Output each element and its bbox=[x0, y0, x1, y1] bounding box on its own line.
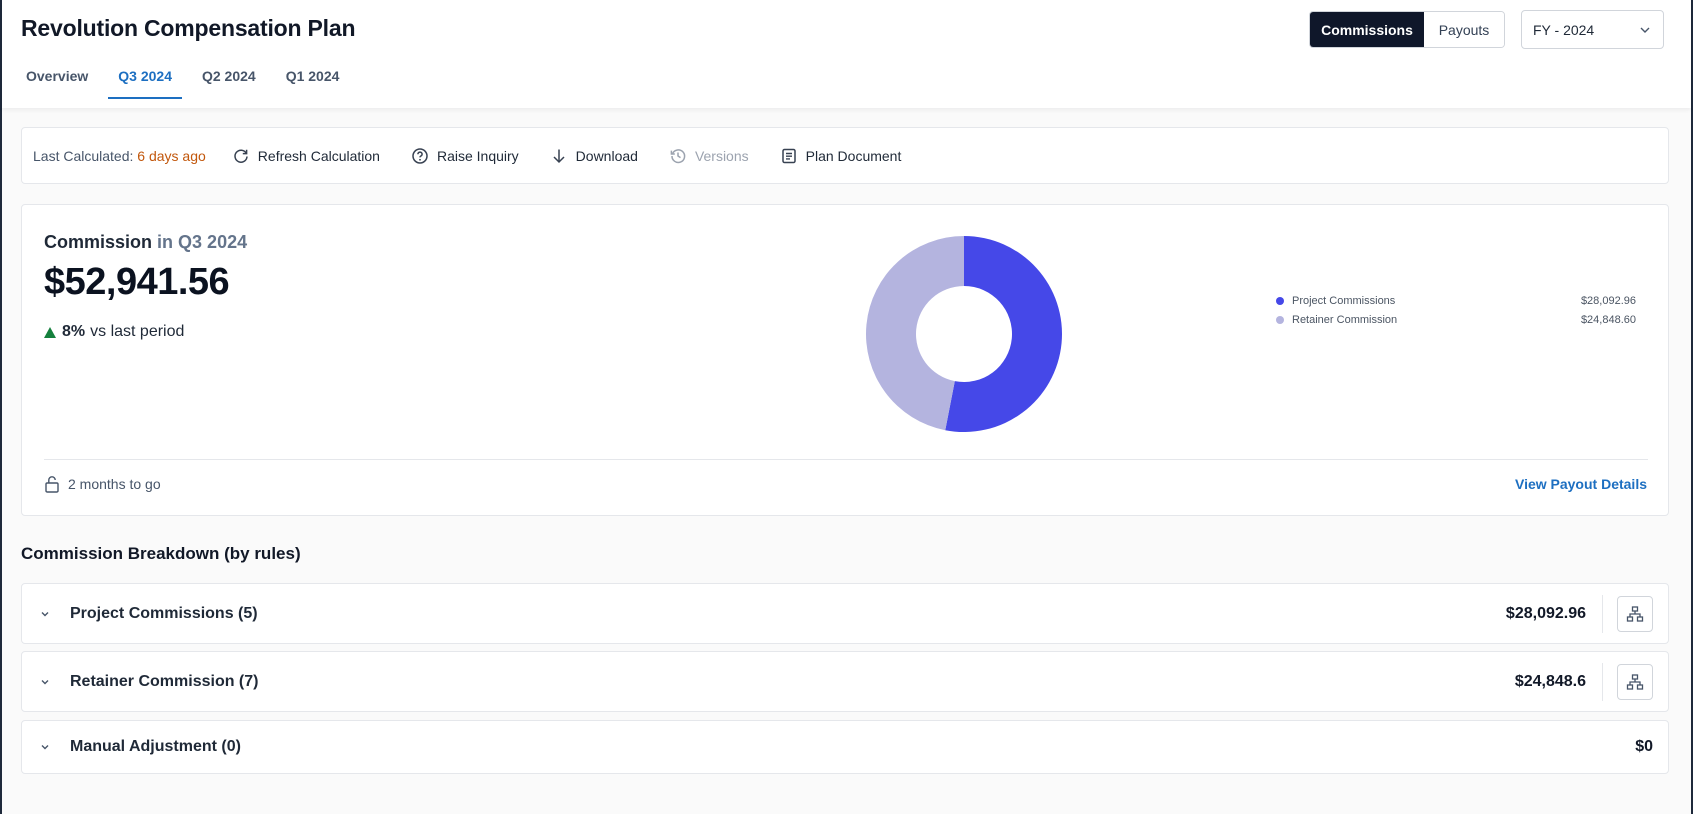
rule-divider bbox=[1602, 594, 1603, 633]
legend-label: Project Commissions bbox=[1292, 294, 1396, 307]
trend-up-icon bbox=[44, 326, 56, 338]
chevron-down-icon bbox=[41, 611, 49, 616]
commission-total: $52,941.56 bbox=[44, 261, 230, 303]
legend-item: Retainer Commission $24,848.60 bbox=[1276, 310, 1636, 329]
hierarchy-button[interactable] bbox=[1617, 663, 1653, 700]
last-calculated-label: Last Calculated: bbox=[33, 147, 134, 164]
last-calculated-value: 6 days ago bbox=[137, 147, 206, 164]
download-button[interactable]: Download bbox=[550, 147, 638, 165]
rule-name: Project Commissions (5) bbox=[70, 604, 258, 622]
commission-summary-card: Commission in Q3 2024 $52,941.56 8% vs l… bbox=[21, 204, 1669, 516]
raise-inquiry-label: Raise Inquiry bbox=[436, 147, 519, 164]
page-title: Revolution Compensation Plan bbox=[21, 15, 356, 41]
period-tabs: Overview Q3 2024 Q2 2024 Q1 2024 bbox=[4, 68, 359, 99]
card-divider bbox=[44, 459, 1648, 460]
tab-overview[interactable]: Overview bbox=[16, 68, 98, 97]
legend-swatch bbox=[1276, 296, 1284, 305]
chart-legend: Project Commissions $28,092.96 Retainer Co… bbox=[1276, 291, 1636, 329]
window-edge-left bbox=[0, 0, 2, 814]
legend-swatch bbox=[1276, 315, 1284, 324]
donut-slice-retainer-commission bbox=[865, 236, 964, 431]
rule-amount: $24,848.6 bbox=[1514, 672, 1586, 690]
payouts-toggle-button[interactable]: Payouts bbox=[1424, 12, 1504, 47]
plan-document-label: Plan Document bbox=[805, 147, 902, 164]
download-label: Download bbox=[575, 147, 638, 164]
hierarchy-icon bbox=[1626, 673, 1644, 690]
raise-inquiry-button[interactable]: Raise Inquiry bbox=[411, 147, 519, 165]
trend-text: vs last period bbox=[90, 323, 185, 340]
time-remaining: 2 months to go bbox=[44, 475, 161, 493]
document-icon bbox=[781, 148, 796, 163]
rule-row-retainer-commission[interactable]: Retainer Commission (7) $24,848.6 bbox=[21, 651, 1669, 712]
rule-name: Retainer Commission (7) bbox=[70, 672, 259, 690]
fiscal-year-value: FY - 2024 bbox=[1533, 21, 1595, 38]
tab-q2-2024[interactable]: Q2 2024 bbox=[192, 68, 266, 97]
help-circle-icon bbox=[412, 147, 428, 164]
page-header: Revolution Compensation Plan Commissions… bbox=[2, 0, 1691, 108]
commission-donut-chart bbox=[865, 236, 1062, 432]
history-icon bbox=[670, 148, 686, 163]
versions-label: Versions bbox=[694, 147, 749, 164]
fiscal-year-select[interactable]: FY - 2024 bbox=[1521, 10, 1664, 49]
legend-value: $24,848.60 bbox=[1580, 313, 1636, 326]
trend-indicator: 8% vs last period bbox=[44, 323, 184, 341]
plan-document-button[interactable]: Plan Document bbox=[780, 147, 902, 165]
commission-period: in Q3 2024 bbox=[157, 232, 248, 252]
view-payout-details-link[interactable]: View Payout Details bbox=[1515, 476, 1647, 492]
rule-row-manual-adjustment[interactable]: Manual Adjustment (0) $0 bbox=[21, 720, 1669, 774]
commissions-toggle-button[interactable]: Commissions bbox=[1310, 12, 1424, 47]
time-remaining-label: 2 months to go bbox=[68, 476, 161, 492]
unlock-icon bbox=[45, 476, 59, 493]
refresh-icon bbox=[234, 148, 248, 163]
commission-heading-label: Commission bbox=[44, 232, 153, 252]
refresh-calculation-button[interactable]: Refresh Calculation bbox=[232, 147, 380, 165]
legend-item: Project Commissions $28,092.96 bbox=[1276, 291, 1636, 310]
last-calculated: Last Calculated: 6 days ago bbox=[33, 148, 206, 164]
arrow-down-icon bbox=[553, 149, 565, 163]
breakdown-title: Commission Breakdown (by rules) bbox=[21, 544, 301, 563]
chevron-down-icon bbox=[41, 679, 49, 684]
chevron-down-icon bbox=[1640, 27, 1650, 33]
hierarchy-icon bbox=[1626, 605, 1644, 622]
legend-value: $28,092.96 bbox=[1580, 294, 1636, 307]
hierarchy-button[interactable] bbox=[1617, 595, 1653, 632]
rule-divider bbox=[1602, 662, 1603, 701]
rule-row-project-commissions[interactable]: Project Commissions (5) $28,092.96 bbox=[21, 583, 1669, 644]
tab-q1-2024[interactable]: Q1 2024 bbox=[276, 68, 350, 97]
versions-button[interactable]: Versions bbox=[669, 147, 749, 165]
action-toolbar: Last Calculated: 6 days ago Refresh Calc… bbox=[21, 127, 1669, 184]
tab-q3-2024[interactable]: Q3 2024 bbox=[108, 68, 182, 99]
chevron-down-icon bbox=[41, 745, 49, 750]
trend-percent: 8% bbox=[62, 323, 86, 340]
legend-label: Retainer Commission bbox=[1292, 313, 1398, 326]
rule-amount: $28,092.96 bbox=[1505, 604, 1586, 622]
rule-amount: $0 bbox=[1635, 738, 1653, 755]
view-toggle: Commissions Payouts bbox=[1309, 11, 1505, 48]
rule-name: Manual Adjustment (0) bbox=[70, 738, 241, 755]
commission-heading: Commission in Q3 2024 bbox=[44, 232, 247, 253]
refresh-calculation-label: Refresh Calculation bbox=[257, 147, 380, 164]
